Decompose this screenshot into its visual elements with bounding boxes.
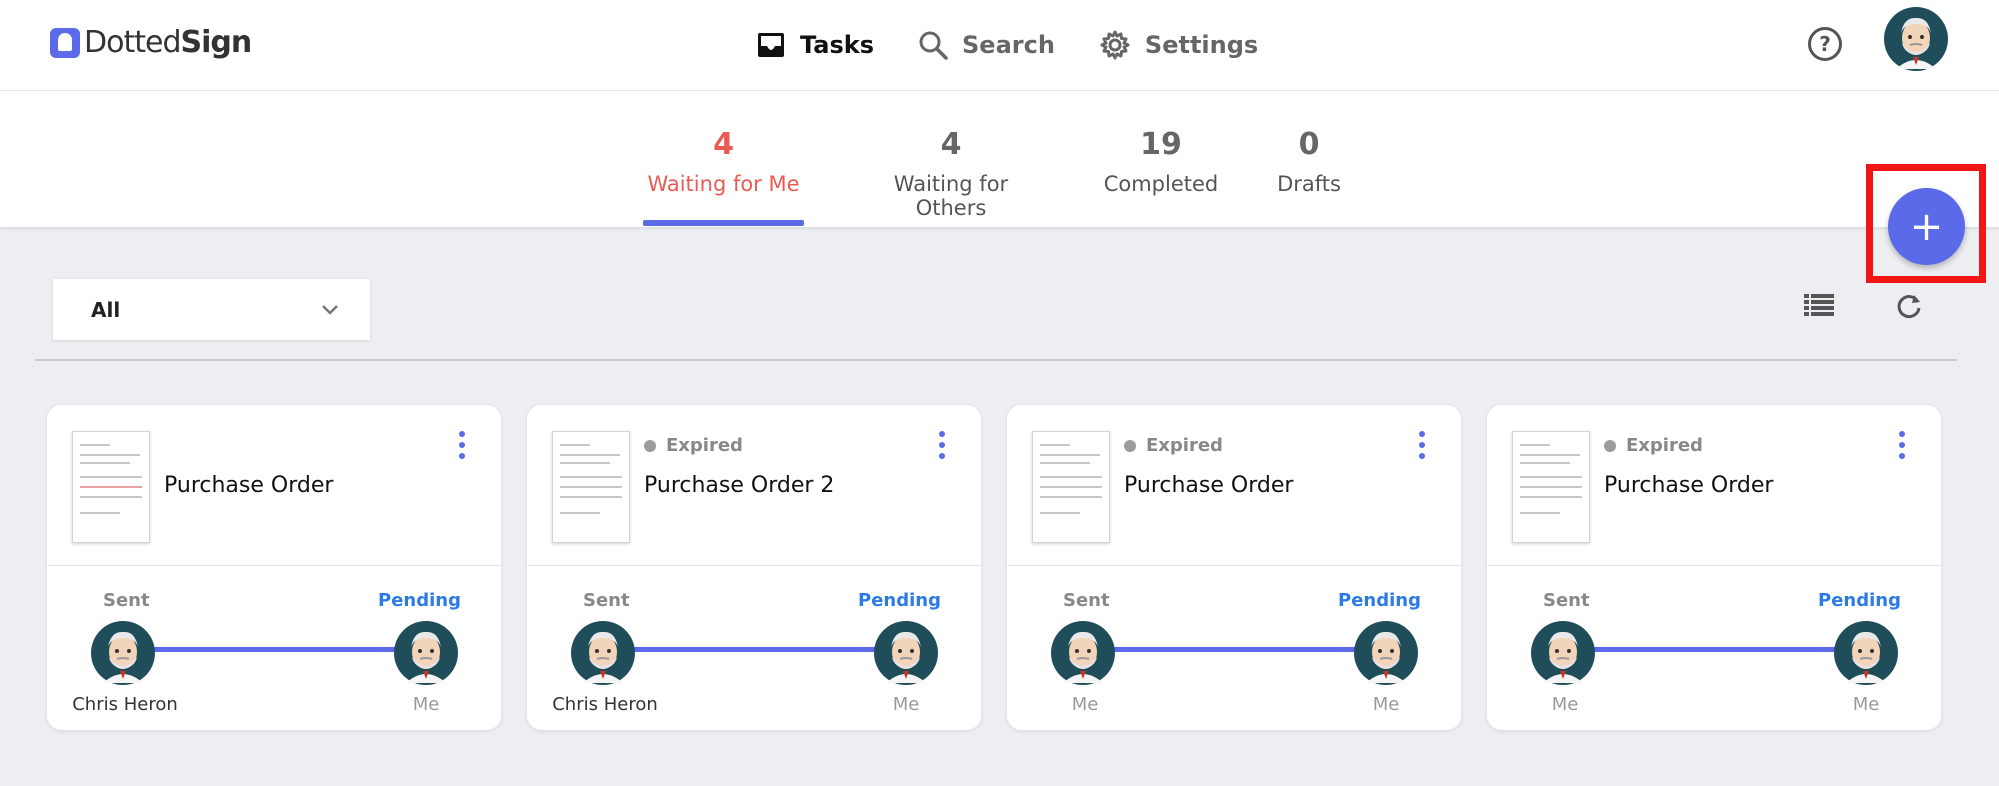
- user-avatar[interactable]: [1884, 7, 1948, 71]
- document-thumbnail: [1032, 431, 1110, 543]
- sent-label: Sent: [1063, 590, 1110, 611]
- top-navigation-bar: DottedSign Tasks Search Settings ?: [0, 0, 1999, 91]
- recipient-name: Me: [412, 694, 440, 715]
- recipient-avatar: [1354, 621, 1418, 685]
- status-badge: Expired: [1124, 435, 1223, 456]
- card-title: Purchase Order 2: [644, 473, 835, 498]
- pending-label: Pending: [1818, 590, 1901, 611]
- progress-track: [147, 647, 403, 652]
- more-options-icon[interactable]: [939, 431, 947, 464]
- sender-name: Chris Heron: [552, 694, 658, 715]
- sender-avatar: [1531, 621, 1595, 685]
- dottedsign-logo-icon: [50, 27, 80, 58]
- sender-avatar: [1051, 621, 1115, 685]
- nav-settings-label: Settings: [1144, 31, 1259, 59]
- tab-completed[interactable]: 19 Completed: [1100, 127, 1222, 196]
- progress-track: [1587, 647, 1843, 652]
- status-dot: [1604, 439, 1616, 452]
- nav-tasks-label: Tasks: [800, 31, 875, 59]
- card-divider: [1487, 565, 1941, 566]
- tab-waiting-for-others[interactable]: 4 Waiting for Others: [856, 127, 1046, 220]
- add-task-button[interactable]: +: [1888, 188, 1965, 265]
- task-card[interactable]: Expired Purchase Order Sent Pending Me M…: [1487, 405, 1941, 730]
- task-card[interactable]: Purchase Order Sent Pending Chris Heron …: [47, 405, 501, 730]
- card-divider: [527, 565, 981, 566]
- tab-drafts[interactable]: 0 Drafts: [1270, 127, 1348, 196]
- filter-select[interactable]: All: [53, 279, 370, 340]
- status-badge: Expired: [644, 435, 743, 456]
- document-thumbnail: [1512, 431, 1590, 543]
- tab-label: Waiting for Me: [647, 172, 800, 196]
- nav-settings[interactable]: Settings: [1099, 29, 1258, 61]
- document-thumbnail: [72, 431, 150, 543]
- section-divider: [35, 359, 1957, 361]
- sender-name: Chris Heron: [72, 694, 178, 715]
- logo-text: DottedSign: [84, 25, 252, 60]
- sent-label: Sent: [103, 590, 150, 611]
- card-title: Purchase Order: [1124, 473, 1294, 498]
- document-thumbnail: [552, 431, 630, 543]
- pending-label: Pending: [378, 590, 461, 611]
- tab-count: 4: [940, 127, 962, 162]
- recipient-name: Me: [1372, 694, 1400, 715]
- nav-search-label: Search: [962, 31, 1055, 59]
- tab-label: Completed: [1103, 172, 1219, 196]
- task-card[interactable]: Expired Purchase Order 2 Sent Pending Ch…: [527, 405, 981, 730]
- gear-icon: [1100, 30, 1130, 60]
- tab-count: 19: [1140, 127, 1182, 162]
- nav-search[interactable]: Search: [918, 30, 1055, 60]
- sender-name: Me: [1071, 694, 1099, 715]
- more-options-icon[interactable]: [459, 431, 467, 464]
- pending-label: Pending: [858, 590, 941, 611]
- status-dot: [644, 439, 656, 452]
- main-nav: Tasks Search Settings: [756, 22, 1302, 68]
- tab-label: Waiting for Others: [893, 172, 1009, 220]
- sender-avatar: [91, 621, 155, 685]
- sender-avatar: [571, 621, 635, 685]
- dottedsign-logo[interactable]: DottedSign: [50, 25, 252, 60]
- sent-label: Sent: [1543, 590, 1590, 611]
- task-status-tabs: 4 Waiting for Me 4 Waiting for Others 19…: [0, 91, 1999, 227]
- logo-text-dotted: Dotted: [84, 25, 181, 60]
- help-icon[interactable]: ?: [1808, 27, 1842, 61]
- card-divider: [47, 565, 501, 566]
- tab-waiting-for-me[interactable]: 4 Waiting for Me: [643, 127, 804, 196]
- recipient-avatar: [874, 621, 938, 685]
- active-tab-indicator: [643, 220, 804, 226]
- sent-label: Sent: [583, 590, 630, 611]
- recipient-name: Me: [892, 694, 920, 715]
- pending-label: Pending: [1338, 590, 1421, 611]
- card-divider: [1007, 565, 1461, 566]
- inbox-icon: [758, 33, 784, 57]
- status-text: Expired: [666, 435, 743, 456]
- task-card[interactable]: Expired Purchase Order Sent Pending Me M…: [1007, 405, 1461, 730]
- recipient-avatar: [1834, 621, 1898, 685]
- progress-track: [627, 647, 883, 652]
- recipient-name: Me: [1852, 694, 1880, 715]
- refresh-icon[interactable]: [1895, 292, 1923, 320]
- more-options-icon[interactable]: [1899, 431, 1907, 464]
- list-view-icon[interactable]: [1804, 294, 1834, 316]
- status-text: Expired: [1146, 435, 1223, 456]
- progress-track: [1107, 647, 1363, 652]
- search-icon: [919, 31, 948, 60]
- card-title: Purchase Order: [164, 473, 334, 498]
- chevron-down-icon: [322, 305, 338, 315]
- status-text: Expired: [1626, 435, 1703, 456]
- status-dot: [1124, 439, 1136, 452]
- tab-count: 0: [1298, 127, 1320, 162]
- nav-tasks[interactable]: Tasks: [756, 31, 874, 59]
- filter-selected-value: All: [91, 297, 121, 322]
- recipient-avatar: [394, 621, 458, 685]
- more-options-icon[interactable]: [1419, 431, 1427, 464]
- sender-name: Me: [1551, 694, 1579, 715]
- tab-count: 4: [713, 127, 734, 162]
- card-title: Purchase Order: [1604, 473, 1774, 498]
- status-badge: Expired: [1604, 435, 1703, 456]
- logo-text-sign: Sign: [180, 25, 252, 60]
- tab-label: Drafts: [1277, 172, 1341, 196]
